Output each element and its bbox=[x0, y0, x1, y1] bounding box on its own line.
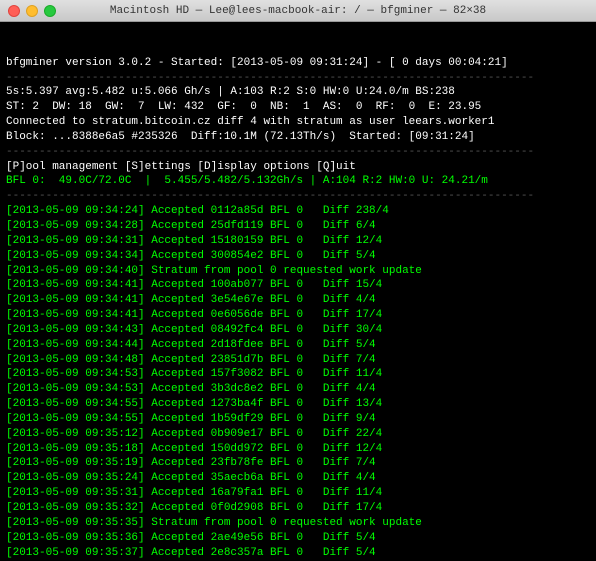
terminal-line: BFL 0: 49.0C/72.0C | 5.455/5.482/5.132Gh… bbox=[6, 174, 590, 189]
window-title: Macintosh HD — Lee@lees-macbook-air: / —… bbox=[110, 5, 486, 17]
terminal-line: [2013-05-09 09:34:41] Accepted 3e54e67e … bbox=[6, 293, 590, 308]
terminal-line: [2013-05-09 09:34:44] Accepted 2d18fdee … bbox=[6, 338, 590, 353]
terminal-line: [2013-05-09 09:34:34] Accepted 300854e2 … bbox=[6, 249, 590, 264]
terminal-line: [2013-05-09 09:35:37] Accepted 2e8c357a … bbox=[6, 546, 590, 561]
terminal-line: bfgminer version 3.0.2 - Started: [2013-… bbox=[6, 56, 590, 71]
terminal-line: [2013-05-09 09:35:18] Accepted 150dd972 … bbox=[6, 442, 590, 457]
maximize-button[interactable] bbox=[44, 5, 56, 17]
terminal-line: [2013-05-09 09:35:12] Accepted 0b909e17 … bbox=[6, 427, 590, 442]
terminal-line: ----------------------------------------… bbox=[6, 71, 590, 86]
terminal-line: 5s:5.397 avg:5.482 u:5.066 Gh/s | A:103 … bbox=[6, 85, 590, 100]
traffic-lights bbox=[8, 5, 56, 17]
terminal-line: [2013-05-09 09:35:31] Accepted 16a79fa1 … bbox=[6, 486, 590, 501]
terminal-line: [2013-05-09 09:34:41] Accepted 100ab077 … bbox=[6, 278, 590, 293]
terminal-line: [2013-05-09 09:35:36] Accepted 2ae49e56 … bbox=[6, 531, 590, 546]
terminal-line: [2013-05-09 09:35:19] Accepted 23fb78fe … bbox=[6, 456, 590, 471]
terminal-line: ST: 2 DW: 18 GW: 7 LW: 432 GF: 0 NB: 1 A… bbox=[6, 100, 590, 115]
terminal-line: [2013-05-09 09:34:53] Accepted 3b3dc8e2 … bbox=[6, 382, 590, 397]
terminal-line: [2013-05-09 09:34:48] Accepted 23851d7b … bbox=[6, 353, 590, 368]
terminal-line: [2013-05-09 09:34:43] Accepted 08492fc4 … bbox=[6, 323, 590, 338]
terminal-line: Block: ...8388e6a5 #235326 Diff:10.1M (7… bbox=[6, 130, 590, 145]
terminal-line: [2013-05-09 09:34:24] Accepted 0112a85d … bbox=[6, 204, 590, 219]
terminal-line: [2013-05-09 09:34:53] Accepted 157f3082 … bbox=[6, 367, 590, 382]
terminal-line: ----------------------------------------… bbox=[6, 189, 590, 204]
close-button[interactable] bbox=[8, 5, 20, 17]
terminal-line: [2013-05-09 09:34:31] Accepted 15180159 … bbox=[6, 234, 590, 249]
terminal-area[interactable]: bfgminer version 3.0.2 - Started: [2013-… bbox=[0, 22, 596, 561]
terminal-line: [P]ool management [S]ettings [D]isplay o… bbox=[6, 160, 590, 175]
terminal-line: [2013-05-09 09:34:28] Accepted 25dfd119 … bbox=[6, 219, 590, 234]
terminal-line: [2013-05-09 09:35:35] Stratum from pool … bbox=[6, 516, 590, 531]
terminal-line: [2013-05-09 09:35:24] Accepted 35aecb6a … bbox=[6, 471, 590, 486]
terminal-line: [2013-05-09 09:34:41] Accepted 0e6056de … bbox=[6, 308, 590, 323]
window: Macintosh HD — Lee@lees-macbook-air: / —… bbox=[0, 0, 596, 561]
minimize-button[interactable] bbox=[26, 5, 38, 17]
terminal-line: [2013-05-09 09:35:32] Accepted 0f0d2908 … bbox=[6, 501, 590, 516]
terminal-line: Connected to stratum.bitcoin.cz diff 4 w… bbox=[6, 115, 590, 130]
terminal-line: [2013-05-09 09:34:55] Accepted 1b59df29 … bbox=[6, 412, 590, 427]
terminal-line: [2013-05-09 09:34:40] Stratum from pool … bbox=[6, 264, 590, 279]
terminal-line: [2013-05-09 09:34:55] Accepted 1273ba4f … bbox=[6, 397, 590, 412]
terminal-line: ----------------------------------------… bbox=[6, 145, 590, 160]
title-bar: Macintosh HD — Lee@lees-macbook-air: / —… bbox=[0, 0, 596, 22]
